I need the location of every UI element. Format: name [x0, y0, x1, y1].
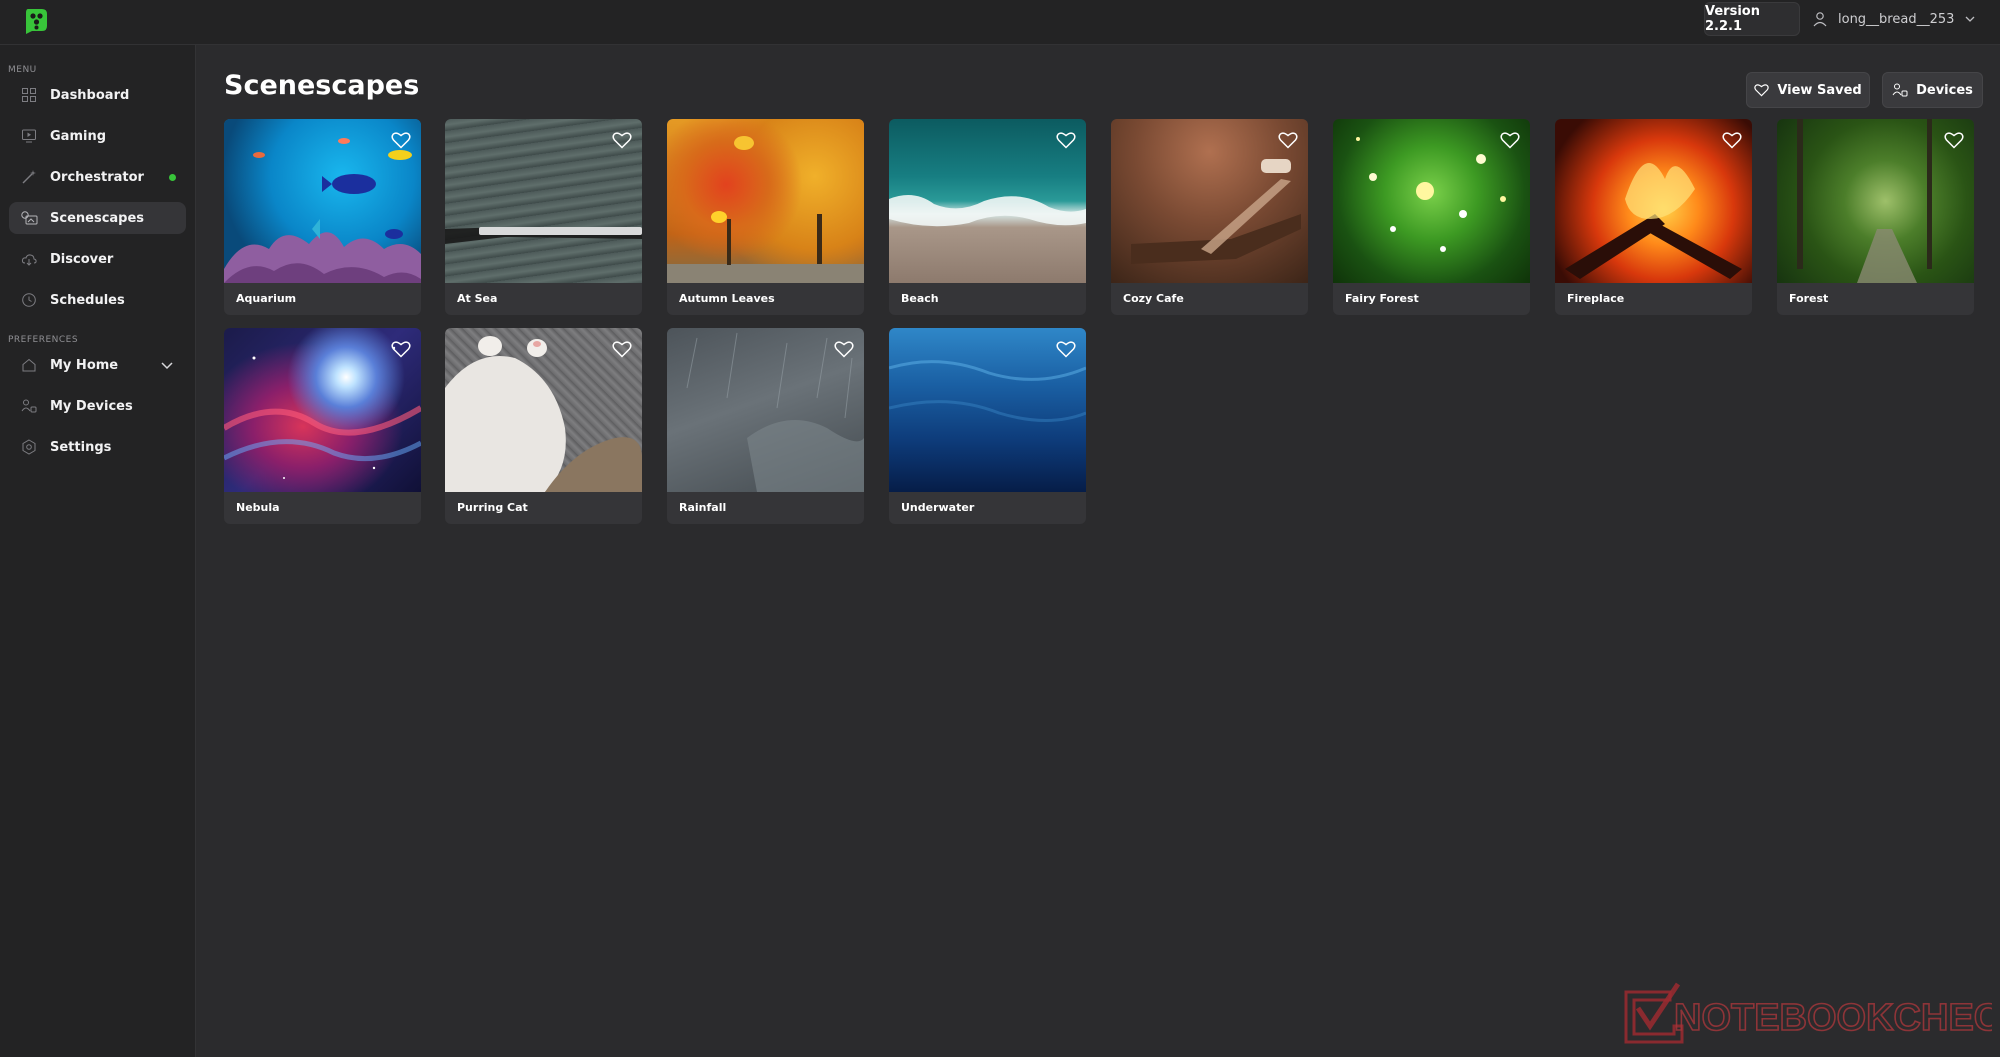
favorite-heart-icon[interactable]: [612, 131, 632, 149]
scene-name: Aquarium: [236, 292, 297, 305]
favorite-heart-icon[interactable]: [1944, 131, 1964, 149]
app-window: Version 2.2.1 long__bread__253 MENU Dash…: [0, 0, 2000, 1057]
scene-card-aquarium[interactable]: Aquarium: [224, 119, 421, 315]
sidebar-item-label: Discover: [50, 251, 114, 267]
username: long__bread__253: [1838, 11, 1955, 27]
sidebar-item-label: My Home: [50, 357, 119, 373]
version-badge[interactable]: Version 2.2.1: [1704, 2, 1800, 36]
scene-name: Fairy Forest: [1345, 292, 1419, 305]
page-title: Scenescapes: [224, 70, 420, 101]
scene-name: Nebula: [236, 501, 280, 514]
scene-name: Purring Cat: [457, 501, 528, 514]
scene-name: At Sea: [457, 292, 498, 305]
preferences-section-label: PREFERENCES: [8, 335, 79, 345]
favorite-heart-icon[interactable]: [612, 340, 632, 358]
heart-icon: [1754, 84, 1770, 97]
cloud-download-icon: [20, 250, 38, 268]
home-icon: [20, 356, 38, 374]
sidebar-item-my-devices[interactable]: My Devices: [9, 390, 186, 422]
monitor-play-icon: [20, 127, 38, 145]
sidebar-item-my-home[interactable]: My Home: [9, 349, 186, 381]
user-icon: [1813, 12, 1827, 27]
chevron-down-icon: [1965, 16, 1975, 22]
scene-card-fireplace[interactable]: Fireplace: [1555, 119, 1752, 315]
devices-button[interactable]: Devices: [1882, 72, 1983, 108]
sidebar-item-gaming[interactable]: Gaming: [9, 120, 186, 152]
scenescape-icon: [20, 209, 38, 227]
scene-name: Autumn Leaves: [679, 292, 775, 305]
sidebar-item-label: Schedules: [50, 292, 125, 308]
sidebar-item-label: Orchestrator: [50, 169, 144, 185]
favorite-heart-icon[interactable]: [834, 340, 854, 358]
sidebar-item-label: My Devices: [50, 398, 133, 414]
grid-icon: [20, 86, 38, 104]
top-bar: Version 2.2.1 long__bread__253: [0, 0, 2000, 45]
scene-card-autumn-leaves[interactable]: Autumn Leaves: [667, 119, 864, 315]
sidebar-item-scenescapes[interactable]: Scenescapes: [9, 202, 186, 234]
watermark-logo: NOTEBOOKCHECK: [1624, 982, 1992, 1044]
menu-section-label: MENU: [8, 65, 37, 75]
app-logo-icon[interactable]: [22, 6, 50, 34]
favorite-heart-icon[interactable]: [391, 131, 411, 149]
scene-name: Fireplace: [1567, 292, 1625, 305]
scene-thumbnail: [667, 119, 864, 283]
devices-label: Devices: [1916, 82, 1973, 98]
sidebar-item-label: Gaming: [50, 128, 107, 144]
favorite-heart-icon[interactable]: [1500, 131, 1520, 149]
scene-name: Rainfall: [679, 501, 727, 514]
favorite-heart-icon[interactable]: [1056, 340, 1076, 358]
sidebar-item-schedules[interactable]: Schedules: [9, 284, 186, 316]
sidebar-item-dashboard[interactable]: Dashboard: [9, 79, 186, 111]
watermark-text: NOTEBOOKCHECK: [1674, 997, 1992, 1039]
scene-card-cozy-cafe[interactable]: Cozy Cafe: [1111, 119, 1308, 315]
user-menu[interactable]: long__bread__253: [1812, 2, 1978, 36]
wand-icon: [20, 168, 38, 186]
scene-card-beach[interactable]: Beach: [889, 119, 1086, 315]
clock-icon: [20, 291, 38, 309]
scene-name: Cozy Cafe: [1123, 292, 1184, 305]
gear-icon: [20, 438, 38, 456]
favorite-heart-icon[interactable]: [1278, 131, 1298, 149]
view-saved-label: View Saved: [1777, 82, 1862, 98]
sidebar: MENU Dashboard Gaming Orchestrator Scene…: [0, 45, 196, 1057]
sidebar-item-orchestrator[interactable]: Orchestrator: [9, 161, 186, 193]
scene-card-at-sea[interactable]: At Sea: [445, 119, 642, 315]
scene-card-rainfall[interactable]: Rainfall: [667, 328, 864, 524]
scene-name: Underwater: [901, 501, 975, 514]
sidebar-item-label: Settings: [50, 439, 112, 455]
devices-icon: [1892, 83, 1908, 97]
view-saved-button[interactable]: View Saved: [1746, 72, 1870, 108]
scene-card-forest[interactable]: Forest: [1777, 119, 1974, 315]
sidebar-item-label: Scenescapes: [50, 210, 145, 226]
scene-name: Forest: [1789, 292, 1829, 305]
devices-icon: [20, 397, 38, 415]
favorite-heart-icon[interactable]: [1056, 131, 1076, 149]
status-online-dot: [169, 174, 176, 181]
sidebar-item-settings[interactable]: Settings: [9, 431, 186, 463]
scene-card-fairy-forest[interactable]: Fairy Forest: [1333, 119, 1530, 315]
sidebar-item-label: Dashboard: [50, 87, 130, 103]
scene-card-purring-cat[interactable]: Purring Cat: [445, 328, 642, 524]
scene-card-nebula[interactable]: Nebula: [224, 328, 421, 524]
scene-name: Beach: [901, 292, 939, 305]
sidebar-item-discover[interactable]: Discover: [9, 243, 186, 275]
chevron-down-icon[interactable]: [160, 358, 174, 372]
favorite-heart-icon[interactable]: [391, 340, 411, 358]
favorite-heart-icon[interactable]: [1722, 131, 1742, 149]
scene-card-underwater[interactable]: Underwater: [889, 328, 1086, 524]
